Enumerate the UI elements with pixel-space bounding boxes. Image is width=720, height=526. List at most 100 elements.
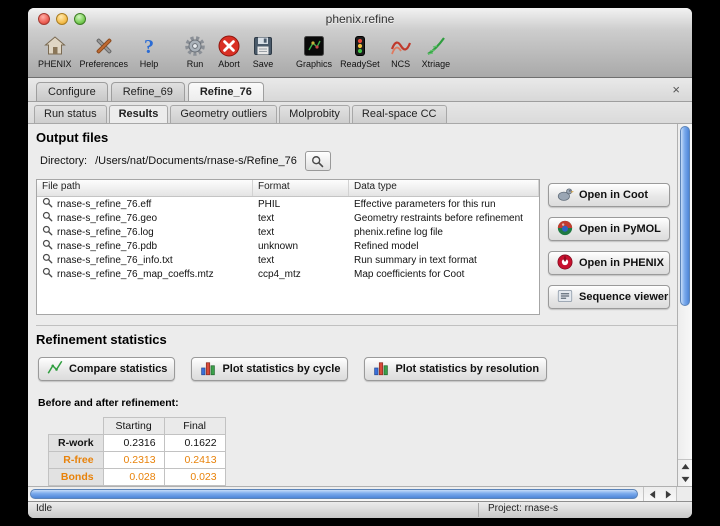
horizontal-scrollbar[interactable]	[28, 486, 692, 502]
toolbar-button-readyset[interactable]: ReadySet	[336, 32, 384, 70]
stat-label: R-work	[49, 435, 104, 452]
stat-final-value: 0.023	[164, 469, 225, 486]
table-row[interactable]: rnase-s_refine_76.eff PHIL Effective par…	[37, 197, 539, 211]
directory-label: Directory:	[40, 155, 87, 167]
column-header-format[interactable]: Format	[253, 180, 349, 196]
save-icon	[250, 33, 276, 59]
stat-starting-value: 0.2313	[103, 452, 164, 469]
close-window-button[interactable]	[38, 13, 50, 25]
table-header: File path Format Data type	[37, 180, 539, 197]
button-label: Compare statistics	[69, 363, 167, 375]
statistics-buttons: Compare statistics Plot statistics by cy…	[38, 357, 692, 381]
window-title: phenix.refine	[28, 8, 692, 30]
stat-final-value: 0.2413	[164, 452, 225, 469]
column-header-data-type[interactable]: Data type	[349, 180, 539, 196]
scroll-right-arrow[interactable]	[660, 487, 676, 502]
results-tab-bar: Run status Results Geometry outliers Mol…	[28, 102, 692, 124]
button-label: Sequence viewer	[579, 291, 668, 303]
abort-icon	[216, 33, 242, 59]
directory-row: Directory: /Users/nat/Documents/rnase-s/…	[40, 151, 692, 171]
toolbar-button-run[interactable]: Run	[178, 32, 212, 70]
toolbar: PHENIX Preferences ? Help Run Abort Save…	[28, 30, 692, 78]
file-format: text	[253, 213, 349, 224]
open-in-coot-button[interactable]: Open in Coot	[548, 183, 670, 207]
table-row[interactable]: rnase-s_refine_76.pdb unknown Refined mo…	[37, 239, 539, 253]
toolbar-label: ReadySet	[340, 59, 380, 69]
toolbar-button-preferences[interactable]: Preferences	[76, 32, 133, 70]
graphics-icon	[301, 33, 327, 59]
tab-refine-69[interactable]: Refine_69	[111, 82, 185, 101]
stat-starting-value: 0.028	[103, 469, 164, 486]
file-data-type: Refined model	[349, 241, 539, 252]
magnifier-icon	[42, 253, 53, 267]
toolbar-button-phenix[interactable]: PHENIX	[34, 32, 76, 70]
stats-row-bonds: Bonds 0.028 0.023	[49, 469, 226, 486]
sequence-viewer-button[interactable]: Sequence viewer	[548, 285, 670, 309]
tab-molprobity[interactable]: Molprobity	[279, 105, 350, 123]
magnifier-icon	[42, 267, 53, 281]
stat-label: R-free	[49, 452, 104, 469]
open-in-phenix-button[interactable]: Open in PHENIX	[548, 251, 670, 275]
compare-statistics-button[interactable]: Compare statistics	[38, 357, 175, 381]
tab-results[interactable]: Results	[109, 105, 169, 123]
toolbar-button-help[interactable]: ? Help	[132, 32, 166, 70]
tab-refine-76[interactable]: Refine_76	[188, 82, 264, 101]
tab-run-status[interactable]: Run status	[34, 105, 107, 123]
scroll-up-arrow[interactable]	[678, 460, 692, 473]
vertical-scrollbar-thumb[interactable]	[680, 126, 690, 306]
table-row[interactable]: rnase-s_refine_76.log text phenix.refine…	[37, 225, 539, 239]
sequence-viewer-icon	[556, 287, 574, 308]
plot-statistics-by-resolution-button[interactable]: Plot statistics by resolution	[364, 357, 547, 381]
tab-geometry-outliers[interactable]: Geometry outliers	[170, 105, 277, 123]
table-row[interactable]: rnase-s_refine_76_map_coeffs.mtz ccp4_mt…	[37, 267, 539, 281]
tab-configure[interactable]: Configure	[36, 82, 108, 101]
phenix-logo-icon	[556, 253, 574, 274]
column-header-file-path[interactable]: File path	[37, 180, 253, 196]
scroll-down-arrow[interactable]	[678, 473, 692, 486]
status-divider	[478, 503, 479, 517]
magnifier-icon	[42, 197, 53, 211]
tab-real-space-cc[interactable]: Real-space CC	[352, 105, 447, 123]
magnifier-icon	[42, 225, 53, 239]
status-text: Idle	[36, 503, 52, 514]
scroll-left-arrow[interactable]	[644, 487, 660, 502]
horizontal-scrollbar-thumb[interactable]	[30, 489, 638, 499]
table-row[interactable]: rnase-s_refine_76.geo text Geometry rest…	[37, 211, 539, 225]
close-tab-button[interactable]: ×	[668, 83, 684, 96]
zoom-window-button[interactable]	[74, 13, 86, 25]
bar-chart-icon	[199, 359, 217, 380]
ncs-ribbon-icon	[388, 33, 414, 59]
help-icon: ?	[136, 33, 162, 59]
scrollbar-corner	[676, 487, 692, 502]
file-data-type: Map coefficients for Coot	[349, 269, 539, 280]
toolbar-button-ncs[interactable]: NCS	[384, 32, 418, 70]
refinement-stats-table: Starting Final R-work 0.2316 0.1622 R-fr…	[48, 417, 226, 486]
phenix-refine-window: phenix.refine PHENIX Preferences ? Help …	[28, 8, 692, 518]
toolbar-label: PHENIX	[38, 59, 72, 69]
toolbar-button-save[interactable]: Save	[246, 32, 280, 70]
toolbar-label: Graphics	[296, 59, 332, 69]
readyset-traffic-light-icon	[347, 33, 373, 59]
titlebar[interactable]: phenix.refine	[28, 8, 692, 31]
toolbar-button-xtriage[interactable]: Xtriage	[418, 32, 455, 70]
minimize-window-button[interactable]	[56, 13, 68, 25]
file-path: rnase-s_refine_76.eff	[57, 199, 151, 210]
status-bar: Idle Project: rnase-s	[28, 501, 692, 518]
toolbar-button-abort[interactable]: Abort	[212, 32, 246, 70]
vertical-scrollbar[interactable]	[677, 124, 692, 486]
toolbar-button-graphics[interactable]: Graphics	[292, 32, 336, 70]
bar-chart-icon	[372, 359, 390, 380]
plot-statistics-by-cycle-button[interactable]: Plot statistics by cycle	[191, 357, 348, 381]
toolbar-label: NCS	[391, 59, 410, 69]
open-in-pymol-button[interactable]: Open in PyMOL	[548, 217, 670, 241]
browse-directory-button[interactable]	[305, 151, 331, 171]
horizontal-scrollbar-arrows	[643, 487, 676, 502]
file-data-type: phenix.refine log file	[349, 227, 539, 238]
table-row[interactable]: rnase-s_refine_76_info.txt text Run summ…	[37, 253, 539, 267]
section-divider	[36, 325, 684, 326]
toolbar-label: Save	[253, 59, 274, 69]
stats-row-r-free: R-free 0.2313 0.2413	[49, 452, 226, 469]
project-label: Project: rnase-s	[488, 503, 558, 514]
phenix-home-icon	[42, 33, 68, 59]
button-label: Plot statistics by cycle	[222, 363, 340, 375]
